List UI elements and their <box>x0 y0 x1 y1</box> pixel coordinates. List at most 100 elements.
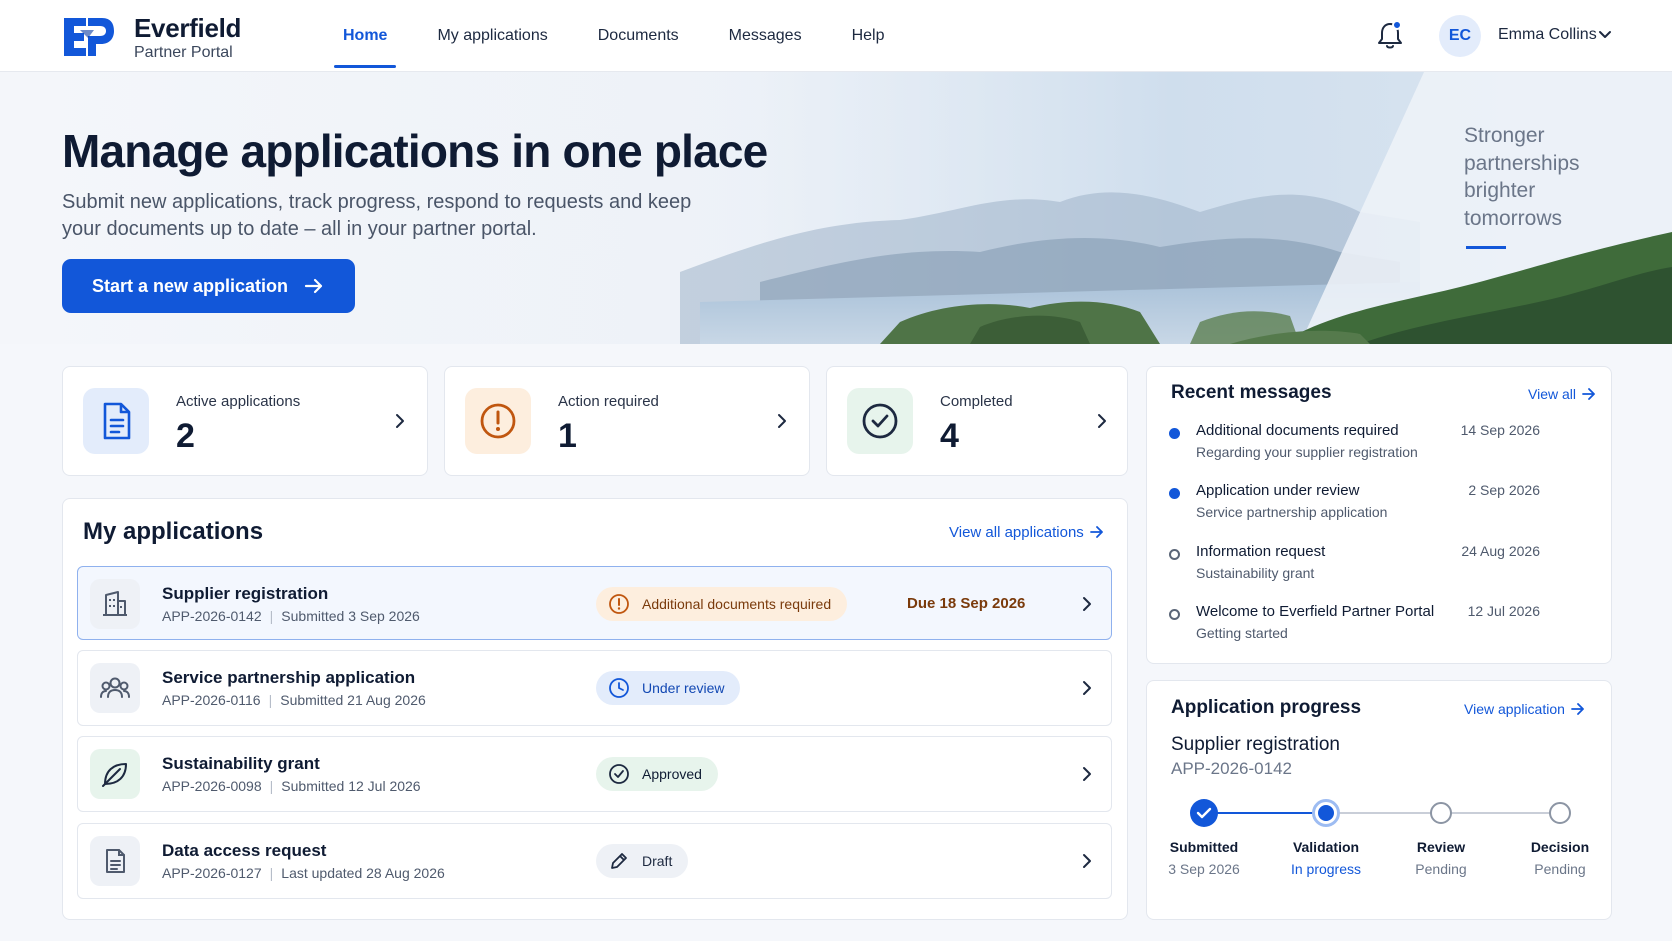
chevron-right-icon <box>1083 854 1091 868</box>
message-date: 12 Jul 2026 <box>1467 603 1540 619</box>
step-review-node <box>1430 802 1452 824</box>
application-date: Submitted 3 Sep 2026 <box>281 608 420 624</box>
message-item[interactable]: Welcome to Everfield Partner Portal Gett… <box>1146 603 1594 649</box>
application-meta: APP-2026-0098 | Submitted 12 Jul 2026 <box>162 778 421 794</box>
message-title: Application under review <box>1196 482 1360 499</box>
start-application-button[interactable]: Start a new application <box>62 259 355 313</box>
status-label: Under review <box>642 680 725 696</box>
application-id: APP-2026-0127 <box>162 865 262 881</box>
nav-help[interactable]: Help <box>827 0 910 72</box>
step-label: Decision <box>1530 839 1590 855</box>
user-menu[interactable]: Emma Collins <box>1498 26 1597 44</box>
nav-messages[interactable]: Messages <box>704 0 827 72</box>
file-icon <box>106 849 125 873</box>
application-row-sustainability-grant[interactable]: Sustainability grant APP-2026-0098 | Submi… <box>77 736 1112 812</box>
step-label: Submitted <box>1169 839 1239 855</box>
step-label: Review <box>1416 839 1466 855</box>
alert-circle-icon <box>609 594 629 614</box>
chevron-right-icon <box>1083 767 1091 781</box>
row-icon-box <box>90 836 140 886</box>
progress-application-name: Supplier registration <box>1171 734 1340 755</box>
step-status: 3 Sep 2026 <box>1168 861 1240 877</box>
message-title: Information request <box>1196 543 1326 560</box>
application-row-service-partnership[interactable]: Service partnership application APP-2026… <box>77 650 1112 726</box>
check-circle-icon <box>862 403 898 439</box>
step-validation-node <box>1312 799 1340 827</box>
brand-subtitle: Partner Portal <box>134 44 233 61</box>
message-subtitle: Regarding your supplier registration <box>1196 444 1418 460</box>
building-icon <box>103 591 127 616</box>
status-label: Approved <box>642 766 702 782</box>
progress-application-id: APP-2026-0142 <box>1171 759 1292 778</box>
application-row-supplier-registration[interactable]: Supplier registration APP-2026-0142 | Subm… <box>77 566 1112 640</box>
message-item[interactable]: Application under review Service partner… <box>1146 482 1594 528</box>
alert-circle-icon <box>480 403 516 439</box>
message-item[interactable]: Information request Sustainability grant… <box>1146 543 1594 589</box>
chevron-right-icon <box>1083 681 1091 695</box>
stat-label: Active applications <box>176 393 301 410</box>
chevron-right-icon <box>1098 414 1106 428</box>
stat-active-applications[interactable]: Active applications 2 <box>62 366 428 476</box>
check-icon <box>1196 807 1212 819</box>
status-badge: Additional documents required <box>596 587 848 621</box>
view-application-link[interactable]: View application <box>1464 701 1585 717</box>
read-dot <box>1169 609 1180 620</box>
application-meta: APP-2026-0142 | Submitted 3 Sep 2026 <box>162 608 420 624</box>
hero-title: Manage applications in one place <box>62 125 768 177</box>
due-date: Due 18 Sep 2026 <box>907 595 1026 612</box>
stat-label: Action required <box>558 393 659 410</box>
application-id: APP-2026-0116 <box>162 692 261 708</box>
step-status: Pending <box>1415 861 1467 877</box>
avatar[interactable]: EC <box>1439 15 1481 57</box>
application-date: Submitted 12 Jul 2026 <box>281 778 421 794</box>
stat-completed[interactable]: Completed 4 <box>826 366 1128 476</box>
message-title: Welcome to Everfield Partner Portal <box>1196 603 1435 620</box>
nav-my-applications[interactable]: My applications <box>412 0 572 72</box>
hero-subtitle: Submit new applications, track progress,… <box>62 191 692 240</box>
chevron-down-icon[interactable] <box>1598 28 1612 42</box>
step-decision-node <box>1549 802 1571 824</box>
notifications-button[interactable] <box>1376 20 1404 50</box>
progress-track-complete <box>1204 812 1326 814</box>
status-badge: Approved <box>596 757 718 791</box>
row-icon-box <box>90 663 140 713</box>
everfield-logo[interactable] <box>60 14 116 60</box>
people-icon <box>100 677 130 698</box>
my-applications-title: My applications <box>83 518 264 545</box>
application-title: Supplier registration <box>162 584 329 603</box>
arrow-right-icon <box>1089 526 1103 538</box>
message-subtitle: Sustainability grant <box>1196 565 1315 581</box>
status-label: Draft <box>642 853 673 869</box>
application-date: Submitted 21 Aug 2026 <box>280 692 426 708</box>
message-item[interactable]: Additional documents required Regarding … <box>1146 422 1594 468</box>
application-title: Service partnership application <box>162 668 416 687</box>
document-icon <box>103 402 131 440</box>
view-all-messages-link[interactable]: View all <box>1528 386 1596 402</box>
nav-home[interactable]: Home <box>318 0 412 72</box>
view-all-applications-label: View all applications <box>949 524 1084 541</box>
start-application-label: Start a new application <box>92 276 289 296</box>
stat-value: 1 <box>558 417 577 455</box>
step-status: In progress <box>1290 861 1362 877</box>
leaf-icon <box>102 763 127 787</box>
nav-documents[interactable]: Documents <box>573 0 704 72</box>
view-all-messages-label: View all <box>1528 386 1576 402</box>
message-subtitle: Getting started <box>1196 625 1288 641</box>
message-date: 14 Sep 2026 <box>1460 422 1540 438</box>
stat-action-required[interactable]: Action required 1 <box>444 366 810 476</box>
read-dot <box>1169 549 1180 560</box>
step-label: Validation <box>1292 839 1360 855</box>
unread-dot <box>1169 488 1180 499</box>
clock-icon <box>609 678 629 698</box>
message-title: Additional documents required <box>1196 422 1399 439</box>
row-icon-box <box>90 749 140 799</box>
view-all-applications-link[interactable]: View all applications <box>949 524 1104 541</box>
application-row-data-access[interactable]: Data access request APP-2026-0127 | Last u… <box>77 823 1112 899</box>
row-icon-box <box>90 579 140 629</box>
stat-icon-box <box>847 388 913 454</box>
pencil-icon <box>611 853 627 869</box>
notification-dot <box>1392 20 1402 30</box>
status-badge: Draft <box>596 844 689 878</box>
stat-icon-box <box>83 388 149 454</box>
message-subtitle: Service partnership application <box>1196 504 1388 520</box>
